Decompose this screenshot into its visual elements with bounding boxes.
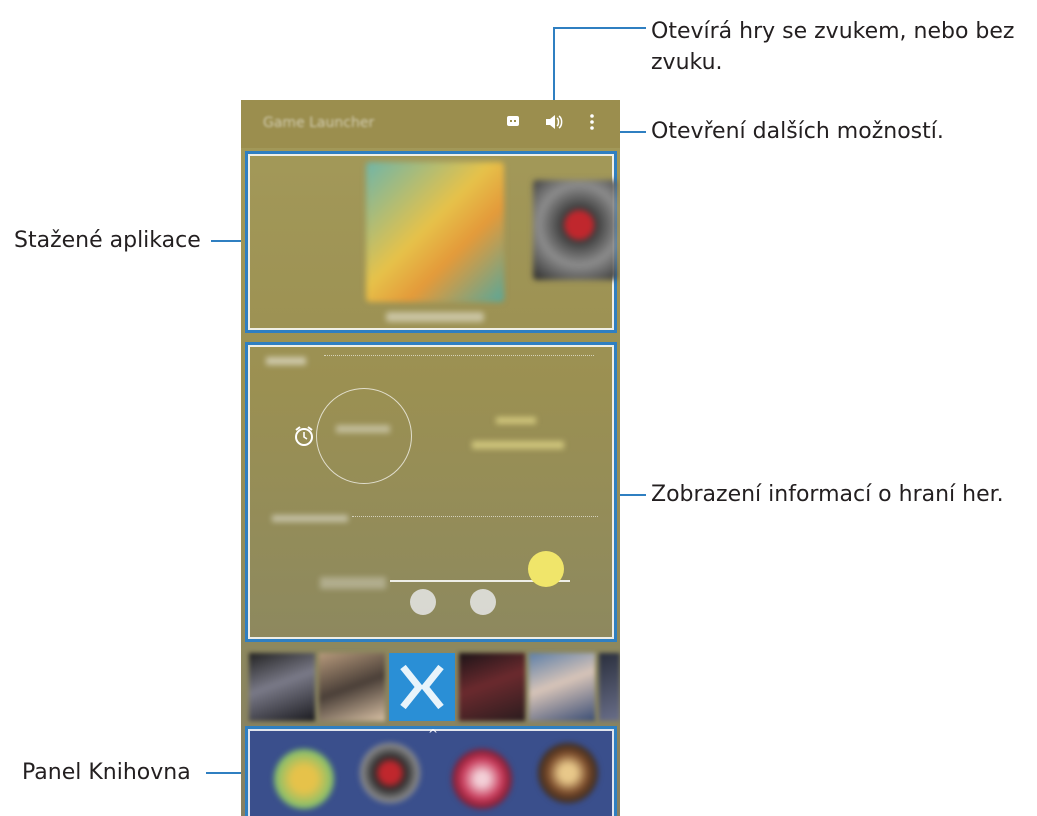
library-app-icon[interactable] <box>274 749 334 809</box>
callout-line-sound-horizontal <box>553 27 646 29</box>
mode-divider <box>352 516 598 517</box>
app-title: Game Launcher <box>263 115 375 131</box>
last-played-value <box>472 441 564 449</box>
library-panel[interactable]: ^ <box>245 726 617 816</box>
library-app-icon[interactable] <box>452 749 512 809</box>
speaker-icon[interactable] <box>544 114 564 134</box>
game-thumbnail[interactable] <box>533 180 617 280</box>
callout-line-library <box>206 772 246 774</box>
recent-game-thumbnail[interactable] <box>319 653 385 721</box>
recent-game-thumbnail[interactable] <box>529 653 595 721</box>
callout-library-panel: Panel Knihovna <box>22 760 191 785</box>
mode-caption <box>320 577 386 589</box>
recent-game-thumbnail[interactable] <box>249 653 315 721</box>
x-logo-icon <box>400 664 444 710</box>
phone-screen: Game Launcher ^ <box>241 100 620 816</box>
featured-game-label <box>386 312 484 322</box>
library-app-icon[interactable] <box>538 743 598 803</box>
chevron-up-icon[interactable]: ^ <box>428 727 438 741</box>
recent-game-thumbnail[interactable] <box>459 653 525 721</box>
recent-game-thumbnail[interactable] <box>599 653 620 721</box>
downloaded-apps-panel[interactable] <box>245 151 617 333</box>
callout-sound: Otevírá hry se zvukem, nebo bez zvuku. <box>651 19 1015 75</box>
mode-option-dot[interactable] <box>410 589 436 615</box>
play-time-header <box>266 357 306 365</box>
header-divider <box>324 355 594 356</box>
callout-more-options: Otevření dalších možností. <box>651 119 944 144</box>
recent-game-thumbnail[interactable] <box>389 653 455 721</box>
callout-downloaded-apps: Stažené aplikace <box>14 228 201 253</box>
game-info-panel[interactable] <box>245 342 617 642</box>
app-bar: Game Launcher <box>241 100 620 148</box>
library-app-icon[interactable] <box>360 743 420 803</box>
kebab-menu-icon[interactable] <box>582 114 602 134</box>
play-mode-header <box>272 515 348 522</box>
mode-slider-handle[interactable] <box>528 551 564 587</box>
last-played-label <box>496 417 536 424</box>
play-time-text <box>336 425 390 433</box>
play-time-circle <box>316 388 412 484</box>
callout-game-info: Zobrazení informací o hraní her. <box>651 482 1004 507</box>
alarm-icon <box>293 425 315 447</box>
mode-option-dot[interactable] <box>470 589 496 615</box>
chat-icon[interactable] <box>503 114 523 134</box>
featured-game-thumbnail[interactable] <box>366 162 504 302</box>
